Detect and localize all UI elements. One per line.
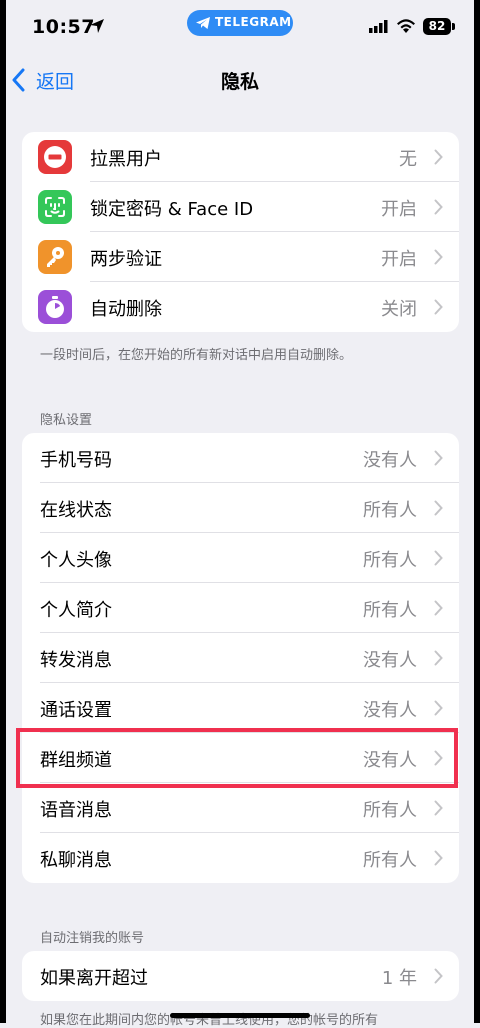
privacy-section-header: 隐私设置	[40, 413, 93, 428]
chevron-right-icon	[434, 968, 443, 984]
row-value: 所有人	[363, 550, 417, 571]
battery-cap	[452, 23, 455, 30]
row-value: 所有人	[363, 600, 417, 621]
account-footnote: 如果您在此期间内您的帐号未曾上线使用，您的帐号的所有	[40, 1013, 379, 1028]
wifi-icon	[397, 19, 415, 33]
privacy-settings-group: 手机号码 没有人 在线状态 所有人 个人头像 所有人 个人简介 所有人 转发消息…	[22, 433, 459, 883]
row-label: 语音消息	[40, 800, 112, 821]
row-value: 无	[399, 149, 417, 170]
chevron-right-icon	[434, 850, 443, 866]
chevron-right-icon	[434, 600, 443, 616]
row-label: 拉黑用户	[90, 149, 162, 170]
face-id-icon	[38, 190, 72, 224]
chevron-right-icon	[434, 249, 443, 265]
telegram-plane-icon	[196, 17, 210, 29]
chevron-right-icon	[434, 500, 443, 516]
row-label: 通话设置	[40, 700, 112, 721]
phone-number-row[interactable]: 手机号码 没有人	[22, 433, 459, 483]
row-value: 所有人	[363, 500, 417, 521]
row-value: 开启	[381, 249, 417, 270]
page-title: 隐私	[220, 71, 259, 93]
blocked-users-row[interactable]: 拉黑用户 无	[22, 132, 459, 182]
row-label: 手机号码	[40, 450, 112, 471]
passcode-face-id-row[interactable]: 锁定密码 & Face ID 开启	[22, 182, 459, 232]
row-value: 所有人	[363, 850, 417, 871]
row-label: 转发消息	[40, 650, 112, 671]
telegram-pill[interactable]: TELEGRAM	[187, 10, 293, 36]
block-icon	[38, 140, 72, 174]
telegram-pill-label: TELEGRAM	[215, 15, 292, 29]
row-label: 在线状态	[40, 500, 112, 521]
security-settings-group: 拉黑用户 无 锁定密码 & Face ID 开启 两步验证 开启 自动删除 关闭	[22, 132, 459, 332]
row-value: 没有人	[363, 450, 417, 471]
forwarded-messages-row[interactable]: 转发消息 没有人	[22, 633, 459, 683]
key-icon	[38, 240, 72, 274]
row-value: 所有人	[363, 800, 417, 821]
auto-delete-row[interactable]: 自动删除 关闭	[22, 282, 459, 332]
last-seen-row[interactable]: 在线状态 所有人	[22, 483, 459, 533]
battery-indicator: 82	[423, 18, 451, 35]
chevron-right-icon	[434, 550, 443, 566]
row-label: 如果离开超过	[40, 968, 148, 989]
chevron-right-icon	[434, 700, 443, 716]
calls-row[interactable]: 通话设置 没有人	[22, 683, 459, 733]
two-step-verification-row[interactable]: 两步验证 开启	[22, 232, 459, 282]
chevron-right-icon	[434, 199, 443, 215]
chevron-right-icon	[434, 149, 443, 165]
account-section-header: 自动注销我的账号	[40, 931, 145, 946]
row-label: 锁定密码 & Face ID	[90, 199, 254, 220]
row-value: 没有人	[363, 700, 417, 721]
auto-delete-footnote: 一段时间后，在您开始的所有新对话中启用自动删除。	[40, 348, 353, 363]
row-label: 个人简介	[40, 600, 112, 621]
status-time: 10:57	[32, 16, 95, 38]
chevron-right-icon	[434, 299, 443, 315]
chevron-right-icon	[434, 450, 443, 466]
row-label: 自动删除	[90, 299, 162, 320]
status-bar: 10:57 TELEGRAM 82	[0, 0, 480, 52]
frame-edge	[474, 0, 480, 1023]
account-settings-group: 如果离开超过 1 年	[22, 951, 459, 1001]
private-messages-row[interactable]: 私聊消息 所有人	[22, 833, 459, 883]
timer-icon	[38, 290, 72, 324]
row-value: 关闭	[381, 299, 417, 320]
frame-edge	[0, 0, 6, 1023]
row-value: 没有人	[363, 650, 417, 671]
account-self-destruct-row[interactable]: 如果离开超过 1 年	[22, 951, 459, 1001]
signal-icon	[369, 20, 388, 33]
home-indicator	[170, 1013, 310, 1018]
row-value: 开启	[381, 199, 417, 220]
profile-photo-row[interactable]: 个人头像 所有人	[22, 533, 459, 583]
bio-row[interactable]: 个人简介 所有人	[22, 583, 459, 633]
location-arrow-icon	[90, 19, 104, 33]
row-label: 两步验证	[90, 249, 162, 270]
highlight-box	[16, 728, 458, 788]
navigation-bar: 返回 隐私	[0, 52, 480, 106]
chevron-right-icon	[434, 800, 443, 816]
chevron-right-icon	[434, 650, 443, 666]
row-label: 个人头像	[40, 550, 112, 571]
row-label: 私聊消息	[40, 850, 112, 871]
voice-messages-row[interactable]: 语音消息 所有人	[22, 783, 459, 833]
row-value: 1 年	[381, 968, 417, 989]
